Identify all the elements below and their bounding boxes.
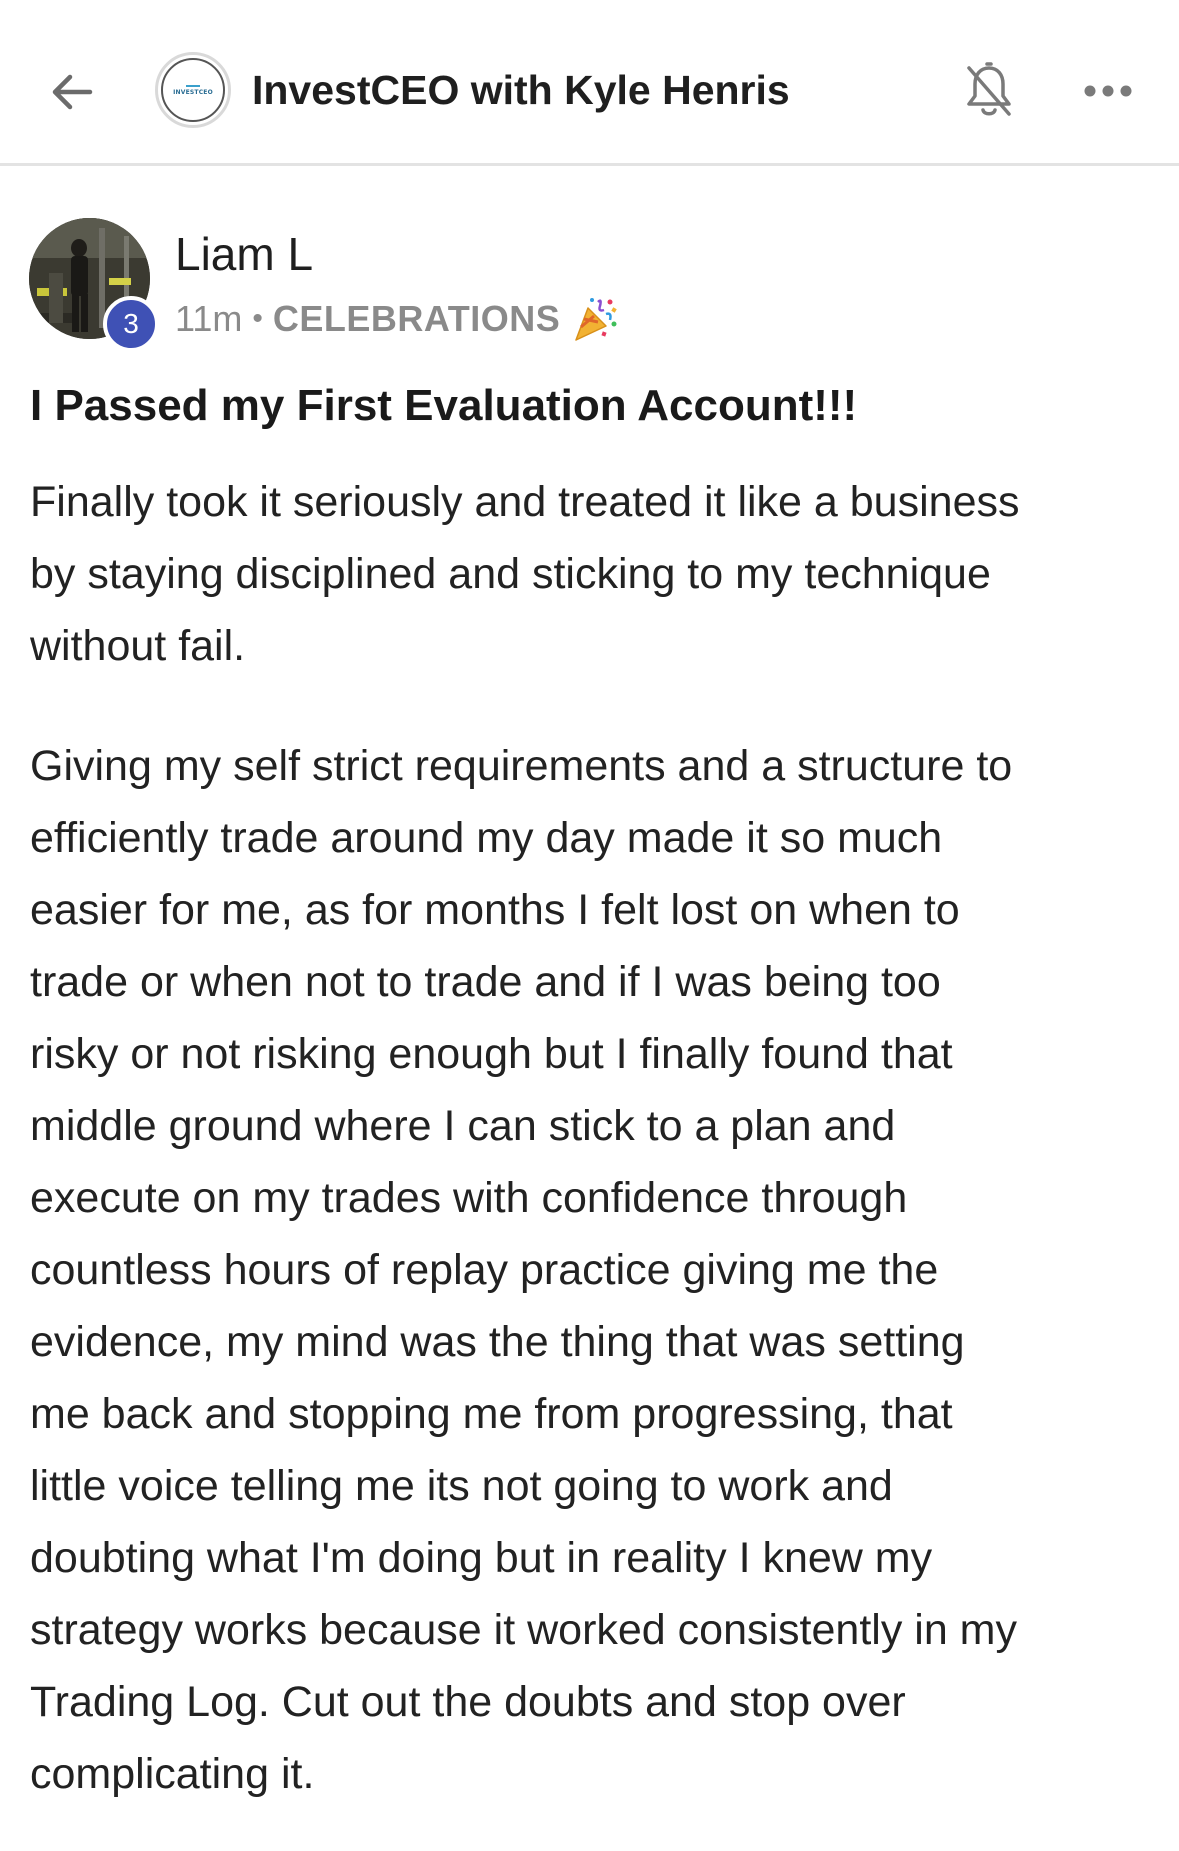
meta-separator: • bbox=[252, 302, 263, 335]
top-app-bar: INVESTCEO InvestCEO with Kyle Henris bbox=[0, 0, 1179, 166]
group-title[interactable]: InvestCEO with Kyle Henris bbox=[252, 64, 790, 116]
post-time: 11m bbox=[175, 298, 243, 339]
group-logo-emblem: INVESTCEO bbox=[161, 58, 225, 122]
more-horizontal-icon bbox=[1084, 85, 1132, 97]
paragraph-line: strategy works because it worked consist… bbox=[30, 1606, 1018, 1654]
paragraph-line: trade or when not to trade and if I was … bbox=[30, 958, 941, 1006]
party-popper-icon bbox=[570, 294, 620, 344]
paragraph-line: without fail. bbox=[30, 622, 246, 670]
paragraph-line: efficiently trade around my day made it … bbox=[30, 814, 943, 862]
paragraph-line: little voice telling me its not going to… bbox=[30, 1462, 893, 1510]
paragraph-line: complicating it. bbox=[30, 1750, 315, 1798]
post-paragraph-2: Giving my self strict requirements and a… bbox=[30, 730, 1155, 1810]
paragraph-line: risky or not risking enough but I finall… bbox=[30, 1030, 953, 1078]
paragraph-line: countless hours of replay practice givin… bbox=[30, 1246, 939, 1294]
post-meta: 11m • CELEBRATIONS bbox=[175, 294, 620, 344]
more-options-button[interactable] bbox=[1078, 68, 1138, 114]
paragraph-line: middle ground where I can stick to a pla… bbox=[30, 1102, 896, 1150]
post-category[interactable]: CELEBRATIONS bbox=[273, 298, 560, 340]
post-title: I Passed my First Evaluation Account!!! bbox=[30, 381, 858, 430]
group-logo[interactable]: INVESTCEO bbox=[155, 52, 231, 128]
paragraph-line: doubting what I'm doing but in reality I… bbox=[30, 1534, 933, 1582]
paragraph-line: Giving my self strict requirements and a… bbox=[30, 742, 1013, 790]
paragraph-line: Finally took it seriously and treated it… bbox=[30, 478, 1020, 526]
paragraph-line: me back and stopping me from progressing… bbox=[30, 1390, 953, 1438]
post-paragraph-1: Finally took it seriously and treated it… bbox=[30, 466, 1155, 682]
arrow-left-icon bbox=[52, 74, 93, 110]
paragraph-line: evidence, my mind was the thing that was… bbox=[30, 1318, 965, 1366]
back-button[interactable] bbox=[44, 64, 100, 120]
group-logo-text: INVESTCEO bbox=[173, 88, 213, 96]
author-name[interactable]: Liam L bbox=[175, 226, 313, 282]
level-badge: 3 bbox=[103, 296, 159, 352]
paragraph-line: by staying disciplined and sticking to m… bbox=[30, 550, 991, 598]
bell-off-icon bbox=[967, 62, 1011, 116]
paragraph-line: Trading Log. Cut out the doubts and stop… bbox=[30, 1678, 906, 1726]
paragraph-line: execute on my trades with confidence thr… bbox=[30, 1174, 908, 1222]
paragraph-line: easier for me, as for months I felt lost… bbox=[30, 886, 960, 934]
notifications-button[interactable] bbox=[959, 58, 1019, 124]
